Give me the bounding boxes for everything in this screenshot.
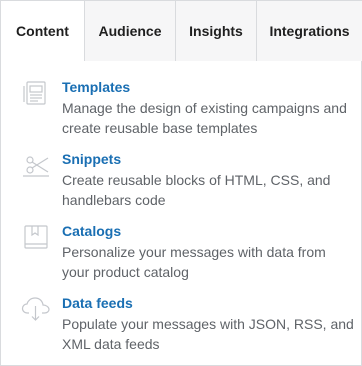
catalog-book-icon [21, 224, 51, 250]
cloud-download-icon [21, 296, 51, 322]
tab-insights[interactable]: Insights [176, 0, 257, 62]
menu-item-description: Create reusable blocks of HTML, CSS, and… [62, 172, 331, 208]
menu-item-title: Data feeds [62, 295, 133, 311]
menu-item-title: Snippets [62, 151, 122, 167]
tab-integrations[interactable]: Integrations [257, 0, 362, 62]
tab-audience[interactable]: Audience [85, 0, 176, 62]
menu-item-description: Manage the design of existing campaigns … [62, 100, 347, 136]
menu-item-title: Templates [62, 79, 131, 95]
menu-item-templates[interactable]: Templates Manage the design of existing … [1, 78, 361, 142]
tab-content[interactable]: Content [0, 0, 85, 62]
menu-item-snippets[interactable]: Snippets Create reusable blocks of HTML,… [1, 150, 361, 214]
menu-item-data-feeds[interactable]: Data feeds Populate your messages with J… [1, 294, 361, 358]
menu-item-description: Personalize your messages with data from… [62, 244, 326, 280]
menu-item-title: Catalogs [62, 223, 122, 239]
content-panel: Templates Manage the design of existing … [0, 61, 362, 366]
tab-bar: Content Audience Insights Integrations [0, 0, 362, 62]
content-menu-dropdown: Content Audience Insights Integrations T… [0, 0, 362, 366]
snippets-icon [21, 152, 51, 178]
menu-item-catalogs[interactable]: Catalogs Personalize your messages with … [1, 222, 361, 286]
templates-icon [21, 80, 51, 106]
menu-item-description: Populate your messages with JSON, RSS, a… [62, 316, 354, 352]
